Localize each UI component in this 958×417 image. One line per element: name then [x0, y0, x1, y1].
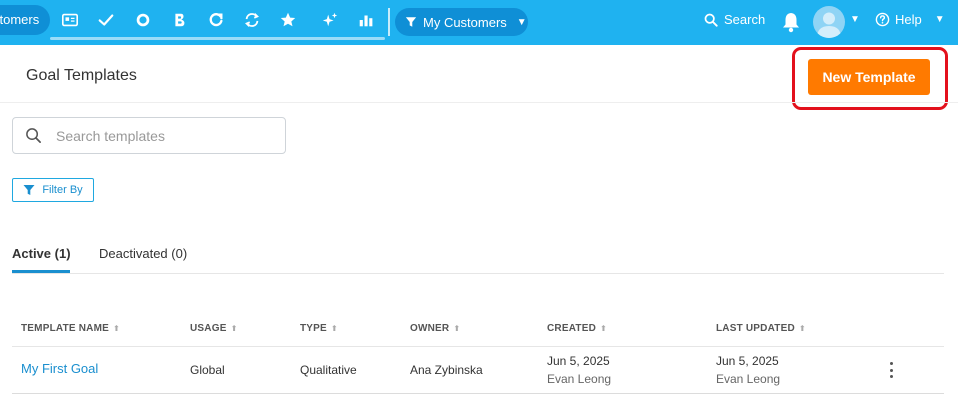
customers-nav-pill[interactable]: stomers [0, 5, 50, 35]
table-header-divider [12, 346, 944, 347]
type-cell: Qualitative [300, 363, 357, 377]
circle-icon[interactable] [133, 10, 153, 30]
bell-icon[interactable] [781, 11, 801, 33]
page-title: Goal Templates [26, 67, 137, 84]
owner-cell: Ana Zybinska [410, 363, 483, 377]
filter-by-label: Filter By [42, 184, 83, 196]
help-menu[interactable]: Help ▼ [875, 12, 945, 27]
bolt-b-icon[interactable] [169, 10, 189, 30]
updated-by-cell: Evan Leong [716, 372, 781, 386]
top-nav-bar: stomers My Customers ▼ Search ▼ [0, 0, 958, 45]
usage-cell: Global [190, 363, 225, 377]
chevron-down-icon[interactable]: ▼ [850, 14, 860, 25]
filter-by-button[interactable]: Filter By [12, 178, 94, 202]
table-row-divider [12, 393, 944, 394]
search-input[interactable] [56, 127, 266, 144]
chevron-down-icon: ▼ [934, 14, 945, 25]
sort-arrow-icon: ⬆ [330, 324, 338, 333]
more-options-icon[interactable] [886, 362, 896, 378]
sparkle-icon[interactable] [320, 10, 340, 30]
created-by-cell: Evan Leong [547, 372, 612, 386]
updated-date-cell: Jun 5, 2025 [716, 354, 779, 368]
search-icon [26, 128, 41, 143]
avatar[interactable] [813, 6, 845, 38]
global-search-button[interactable]: Search [704, 12, 765, 27]
help-circle-icon [875, 12, 890, 27]
header-divider [0, 102, 958, 103]
column-header-last-updated[interactable]: LAST UPDATED ⬆ [716, 323, 806, 334]
column-header-template-name[interactable]: TEMPLATE NAME ⬆ [21, 323, 120, 334]
sort-arrow-icon: ⬆ [798, 324, 806, 333]
tabs-divider [12, 273, 944, 274]
funnel-icon [23, 185, 35, 195]
chevron-down-icon: ▼ [516, 16, 527, 28]
column-header-type[interactable]: TYPE ⬆ [300, 323, 338, 334]
tab-deactivated[interactable]: Deactivated (0) [99, 246, 187, 261]
search-container [12, 117, 286, 154]
template-name-link[interactable]: My First Goal [21, 361, 98, 376]
id-card-icon[interactable] [60, 10, 80, 30]
column-header-created[interactable]: CREATED ⬆ [547, 323, 607, 334]
help-label: Help [895, 12, 922, 27]
my-customers-filter[interactable]: My Customers ▼ [395, 8, 528, 36]
tab-active[interactable]: Active (1) [12, 246, 71, 261]
sort-arrow-icon: ⬆ [230, 324, 238, 333]
search-label: Search [724, 12, 766, 27]
check-icon[interactable] [96, 10, 116, 30]
new-template-button[interactable]: New Template [808, 59, 930, 95]
refresh-circle-icon[interactable] [206, 10, 226, 30]
bar-chart-icon[interactable] [356, 10, 376, 30]
column-header-owner[interactable]: OWNER ⬆ [410, 323, 460, 334]
sort-arrow-icon: ⬆ [453, 324, 461, 333]
nav-divider [388, 8, 390, 36]
search-icon [704, 13, 718, 27]
column-header-usage[interactable]: USAGE ⬆ [190, 323, 237, 334]
funnel-icon [405, 17, 417, 27]
star-icon[interactable] [278, 10, 298, 30]
sync-icon[interactable] [242, 10, 262, 30]
nav-scrollbar[interactable] [50, 37, 385, 40]
sort-arrow-icon: ⬆ [600, 324, 607, 333]
sort-arrow-icon: ⬆ [112, 324, 120, 333]
my-customers-label: My Customers [423, 14, 507, 30]
created-date-cell: Jun 5, 2025 [547, 354, 610, 368]
